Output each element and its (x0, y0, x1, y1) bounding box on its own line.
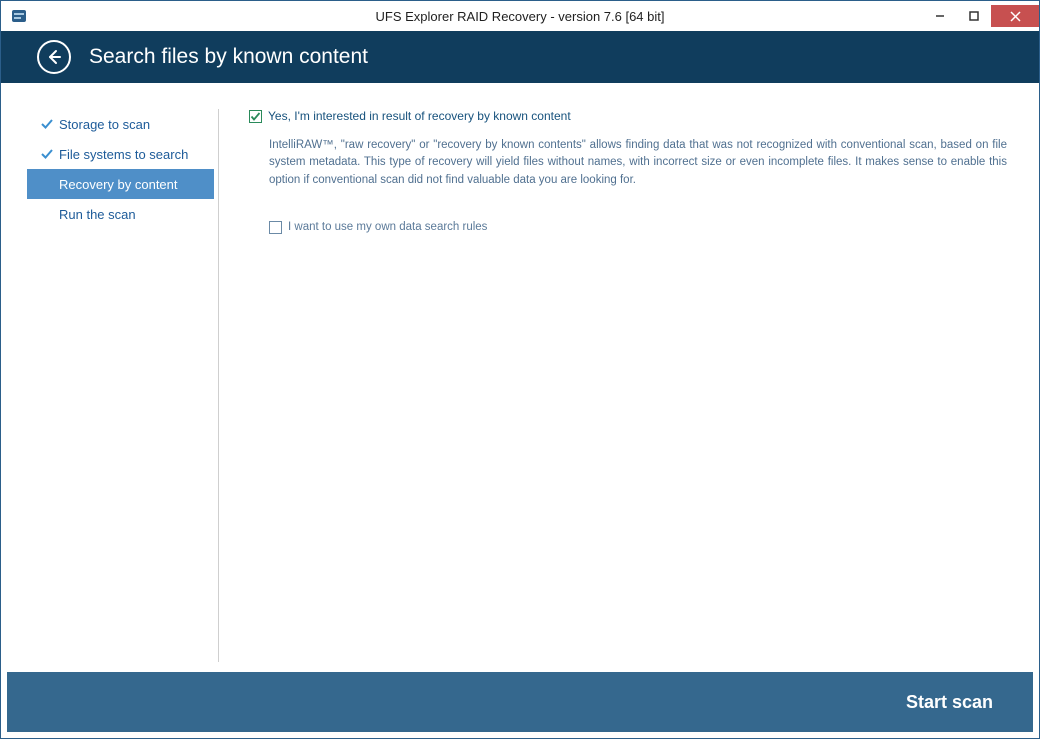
titlebar: UFS Explorer RAID Recovery - version 7.6… (1, 1, 1039, 31)
sidebar-item-run[interactable]: Run the scan (27, 199, 214, 229)
start-scan-button[interactable]: Start scan (906, 692, 993, 713)
window-controls (923, 5, 1039, 27)
option-label: I want to use my own data search rules (288, 221, 487, 233)
sidebar-item-label: File systems to search (59, 147, 188, 162)
blank-icon (41, 208, 53, 220)
check-icon (41, 148, 53, 160)
checkbox-recovery-by-content[interactable] (249, 110, 262, 123)
sidebar-item-recovery[interactable]: Recovery by content (27, 169, 214, 199)
option-recovery-by-content: Yes, I'm interested in result of recover… (249, 109, 1007, 123)
window-title: UFS Explorer RAID Recovery - version 7.6… (1, 9, 1039, 24)
blank-icon (41, 178, 53, 190)
sidebar-item-label: Storage to scan (59, 117, 150, 132)
sidebar: Storage to scan File systems to search R… (27, 109, 219, 662)
checkmark-icon (250, 111, 261, 122)
sidebar-item-label: Run the scan (59, 207, 136, 222)
page-title: Search files by known content (89, 45, 368, 69)
maximize-button[interactable] (957, 5, 991, 27)
minimize-button[interactable] (923, 5, 957, 27)
main-content: Storage to scan File systems to search R… (1, 83, 1039, 672)
checkbox-own-rules[interactable] (269, 221, 282, 234)
close-button[interactable] (991, 5, 1039, 27)
sidebar-item-filesystems[interactable]: File systems to search (27, 139, 214, 169)
sidebar-item-label: Recovery by content (59, 177, 178, 192)
sidebar-item-storage[interactable]: Storage to scan (27, 109, 214, 139)
back-button[interactable] (37, 40, 71, 74)
check-icon (41, 118, 53, 130)
footer: Start scan (7, 672, 1033, 732)
header: Search files by known content (1, 31, 1039, 83)
option-label: Yes, I'm interested in result of recover… (268, 109, 571, 123)
option-own-rules: I want to use my own data search rules (249, 221, 1007, 234)
option-description: IntelliRAW™, "raw recovery" or "recovery… (249, 137, 1007, 189)
app-icon (11, 8, 27, 24)
arrow-left-icon (46, 49, 62, 65)
content-panel: Yes, I'm interested in result of recover… (219, 109, 1023, 662)
